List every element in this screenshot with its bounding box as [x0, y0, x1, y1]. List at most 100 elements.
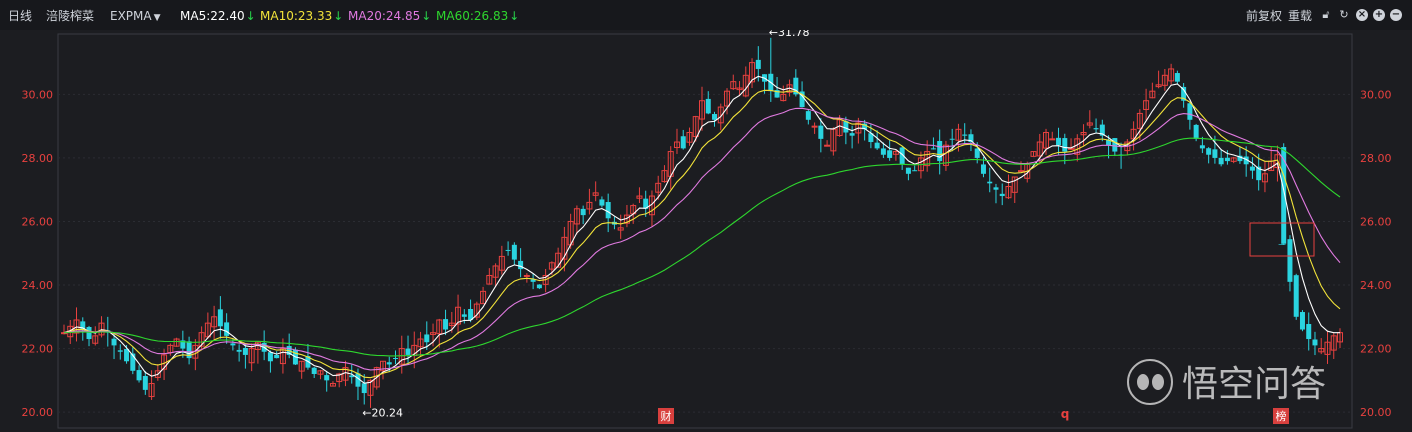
candle-down[interactable]: [117, 350, 123, 352]
candle-down[interactable]: [1212, 149, 1218, 158]
candle-down[interactable]: [705, 98, 711, 114]
candle-down[interactable]: [843, 121, 849, 133]
ma20-value: 24.85: [385, 9, 421, 23]
candle-down[interactable]: [1193, 124, 1199, 139]
candle-down[interactable]: [461, 314, 467, 317]
candle-down[interactable]: [1206, 148, 1212, 155]
candle-up[interactable]: [811, 125, 818, 128]
candle-down[interactable]: [361, 383, 367, 394]
candle-down[interactable]: [849, 133, 855, 136]
candle-down[interactable]: [1281, 147, 1287, 244]
candle-down[interactable]: [324, 375, 330, 381]
period-label[interactable]: 日线: [8, 8, 32, 24]
candle-up[interactable]: [1049, 138, 1056, 141]
low-price-label: ←20.24: [362, 406, 403, 419]
candle-down[interactable]: [217, 309, 223, 327]
candle-down[interactable]: [230, 343, 236, 346]
candle-down[interactable]: [136, 370, 142, 381]
candle-down[interactable]: [1312, 339, 1318, 346]
candle-down[interactable]: [236, 349, 242, 352]
y-tick-label-left: 28.00: [22, 152, 54, 165]
candle-down[interactable]: [242, 347, 248, 355]
watermark-logo-dot-icon: [1152, 374, 1164, 390]
candle-down[interactable]: [267, 352, 273, 362]
candle-down[interactable]: [987, 181, 993, 184]
candle-up[interactable]: [1018, 170, 1024, 173]
candle-down[interactable]: [1112, 138, 1118, 152]
candle-down[interactable]: [405, 348, 411, 355]
candle-down[interactable]: [1062, 138, 1068, 152]
ma60-value: 26.83: [473, 9, 509, 23]
candle-down[interactable]: [1187, 103, 1193, 120]
candle-down[interactable]: [1218, 157, 1224, 165]
candle-down[interactable]: [424, 334, 430, 343]
candle-down[interactable]: [511, 244, 517, 260]
candle-up[interactable]: [1068, 147, 1075, 150]
candle-down[interactable]: [536, 284, 542, 289]
lock-icon[interactable]: 🔓︎: [1320, 9, 1332, 21]
candle-down[interactable]: [443, 319, 449, 330]
candle-down[interactable]: [1174, 73, 1180, 82]
candle-down[interactable]: [905, 167, 911, 174]
candle-down[interactable]: [605, 202, 611, 219]
candle-down[interactable]: [880, 148, 886, 155]
candle-down[interactable]: [993, 187, 999, 190]
candle-down[interactable]: [599, 199, 605, 206]
candle-down[interactable]: [874, 142, 880, 149]
candle-down[interactable]: [755, 59, 761, 69]
candle-down[interactable]: [980, 164, 986, 174]
candle-down[interactable]: [1293, 275, 1299, 317]
close-icon[interactable]: ×: [1356, 9, 1368, 21]
adjust-button[interactable]: 前复权: [1246, 8, 1282, 24]
candle-down[interactable]: [111, 338, 117, 346]
candlestick-chart[interactable]: 20.00 22.00 24.00 26.00 28.00 30.00 20.00 22.0…: [0, 30, 1412, 432]
candle-down[interactable]: [1056, 137, 1062, 146]
candle-down[interactable]: [1093, 128, 1099, 130]
candle-down[interactable]: [274, 354, 280, 359]
event-marker-q[interactable]: q: [1061, 407, 1070, 421]
candle-down[interactable]: [818, 125, 824, 139]
candle-down[interactable]: [1224, 157, 1230, 162]
candle-down[interactable]: [930, 148, 936, 150]
zoom-in-icon[interactable]: +: [1373, 9, 1385, 21]
zoom-out-icon[interactable]: −: [1390, 9, 1402, 21]
candle-down[interactable]: [1199, 145, 1205, 149]
candle-down[interactable]: [1306, 324, 1312, 340]
ma60-line: [63, 137, 1341, 357]
candle-down[interactable]: [949, 138, 955, 140]
candle-down[interactable]: [1299, 312, 1305, 330]
candles: [61, 37, 1343, 408]
ma10-line: [63, 89, 1341, 379]
down-arrow-icon: ↓: [245, 9, 256, 23]
candle-down[interactable]: [505, 249, 511, 251]
candle-down[interactable]: [974, 148, 980, 158]
candle-down[interactable]: [224, 322, 230, 336]
ma10-value: 23.33: [297, 9, 333, 23]
refresh-icon[interactable]: ↻: [1338, 9, 1350, 21]
candle-up[interactable]: [523, 274, 530, 277]
candle-down[interactable]: [712, 114, 718, 120]
candle-down[interactable]: [937, 140, 943, 162]
candle-down[interactable]: [518, 260, 524, 270]
candle-down[interactable]: [386, 362, 392, 365]
candle-down[interactable]: [393, 358, 399, 360]
indicator-select[interactable]: EXPMA ▼: [110, 8, 161, 26]
candle-down[interactable]: [887, 150, 893, 158]
candle-down[interactable]: [142, 376, 148, 390]
candle-down[interactable]: [311, 367, 317, 374]
candle-down[interactable]: [1287, 239, 1293, 282]
candle-down[interactable]: [124, 349, 130, 362]
candle-down[interactable]: [1249, 166, 1255, 171]
chevron-down-icon: ▼: [153, 13, 161, 23]
reset-button[interactable]: 重载: [1288, 8, 1312, 24]
candle-down[interactable]: [86, 326, 92, 340]
candle-down[interactable]: [580, 208, 586, 216]
candle-down[interactable]: [805, 111, 811, 120]
candle-up[interactable]: [824, 144, 831, 147]
down-arrow-icon: ↓: [421, 9, 432, 23]
candle-down[interactable]: [999, 193, 1005, 197]
candle-down[interactable]: [680, 136, 686, 149]
event-marker-cai: 财: [661, 409, 672, 423]
candle-down[interactable]: [962, 134, 968, 136]
candle-down[interactable]: [912, 170, 918, 172]
